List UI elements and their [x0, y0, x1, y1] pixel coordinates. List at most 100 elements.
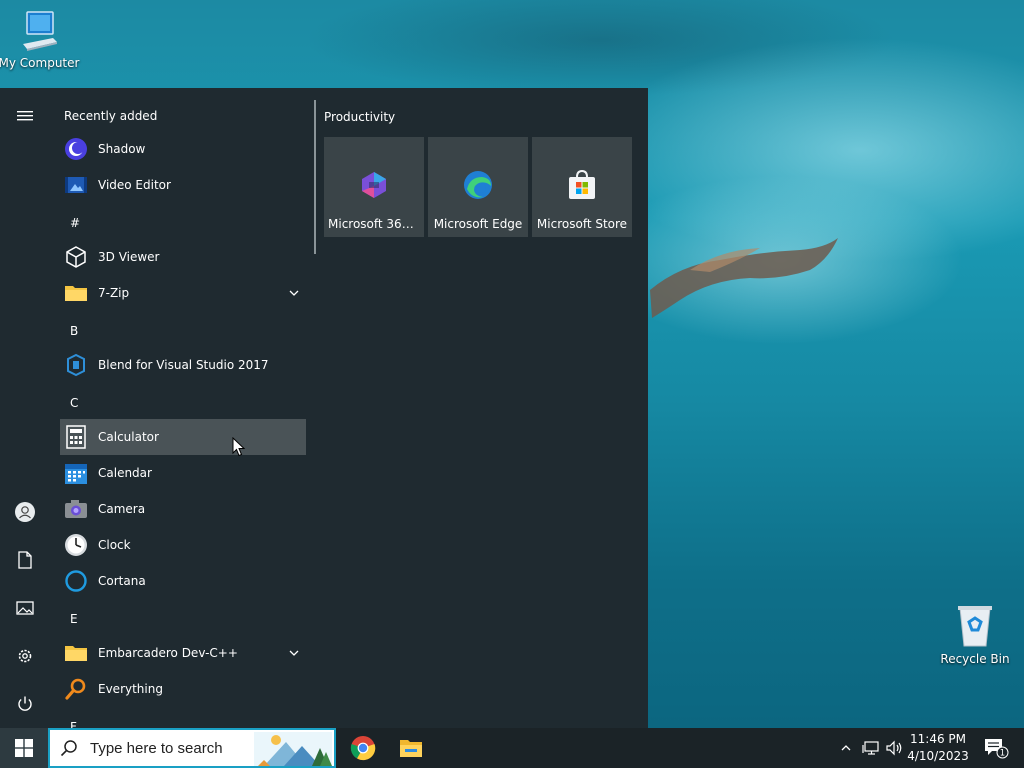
network-icon [862, 741, 879, 755]
app-item-blend[interactable]: Blend for Visual Studio 2017 [60, 347, 306, 383]
letter-header-f[interactable]: F [70, 720, 77, 728]
app-label: Embarcadero Dev-C++ [98, 646, 238, 660]
search-highlight-illustration [254, 732, 332, 766]
edge-icon [462, 169, 494, 201]
action-center-button[interactable]: 1 [976, 728, 1016, 768]
app-item-clock[interactable]: Clock [60, 527, 306, 563]
app-label: Cortana [98, 574, 146, 588]
folder-icon [63, 280, 89, 306]
app-list[interactable]: Recently added Shadow Video Editor # 3D … [50, 88, 312, 728]
calculator-icon [63, 424, 89, 450]
hamburger-menu-button[interactable] [0, 94, 50, 138]
chrome-icon [350, 736, 376, 761]
app-label: Camera [98, 502, 146, 516]
app-label: Calculator [98, 430, 159, 444]
tile-microsoft-edge[interactable]: Microsoft Edge [428, 137, 528, 237]
start-menu-rail [0, 88, 50, 728]
notification-icon: 1 [985, 739, 1009, 759]
chevron-down-icon[interactable] [288, 287, 300, 299]
app-label: Blend for Visual Studio 2017 [98, 358, 269, 372]
settings-button[interactable] [0, 634, 50, 678]
app-list-scrollbar[interactable] [314, 100, 316, 254]
app-item-calendar[interactable]: Calendar [60, 455, 306, 491]
recently-added-heading: Recently added [64, 109, 158, 123]
tile-microsoft-store[interactable]: Microsoft Store [532, 137, 632, 237]
tile-label: Microsoft 365... [328, 217, 421, 231]
app-item-camera[interactable]: Camera [60, 491, 306, 527]
clock-time: 11:46 PM [910, 732, 966, 746]
gear-icon [18, 649, 32, 663]
app-item-embarcadero-dev-cpp[interactable]: Embarcadero Dev-C++ [60, 635, 306, 671]
app-item-shadow[interactable]: Shadow [60, 131, 306, 167]
mouse-cursor-icon [232, 437, 246, 457]
taskbar-search-box[interactable]: Type here to search [48, 728, 336, 768]
folder-icon [63, 640, 89, 666]
shadow-icon [63, 136, 89, 162]
tile-label: Microsoft Store [536, 217, 628, 231]
recycle-bin-icon [958, 606, 992, 647]
pictures-icon [16, 601, 34, 615]
app-item-7-zip[interactable]: 7-Zip [60, 275, 306, 311]
notification-count: 1 [1000, 749, 1005, 759]
recycle-bin-label: Recycle Bin [940, 652, 1010, 666]
hamburger-icon [17, 111, 33, 121]
letter-header-hash[interactable]: # [70, 216, 80, 230]
letter-header-e[interactable]: E [70, 612, 78, 626]
my-computer-desktop-icon[interactable]: My Computer [0, 8, 82, 70]
clock-date: 4/10/2023 [907, 749, 969, 763]
video-editor-icon [63, 172, 89, 198]
account-button[interactable] [0, 490, 50, 534]
start-button[interactable] [0, 728, 48, 768]
clock-icon [63, 532, 89, 558]
document-icon [18, 551, 32, 569]
magnifier-icon [63, 676, 89, 702]
microsoft-365-icon [358, 169, 390, 201]
taskbar-clock[interactable]: 11:46 PM 4/10/2023 [906, 731, 970, 765]
app-item-everything[interactable]: Everything [60, 671, 306, 707]
pictures-button[interactable] [0, 586, 50, 630]
app-label: Calendar [98, 466, 152, 480]
volume-button[interactable] [884, 728, 906, 768]
show-hidden-icons-button[interactable] [836, 728, 856, 768]
documents-button[interactable] [0, 538, 50, 582]
tile-group-title[interactable]: Productivity [324, 110, 395, 124]
power-icon [18, 696, 32, 711]
power-button[interactable] [0, 682, 50, 726]
network-button[interactable] [860, 728, 882, 768]
app-label: 7-Zip [98, 286, 130, 300]
app-item-calculator[interactable]: Calculator [60, 419, 306, 455]
swimmer-silhouette [650, 238, 838, 318]
start-menu: Recently added Shadow Video Editor # 3D … [0, 88, 648, 728]
tile-microsoft-365[interactable]: Microsoft 365... [324, 137, 424, 237]
cortana-icon [63, 568, 89, 594]
chevron-down-icon[interactable] [288, 647, 300, 659]
tiles-area: Productivity Microsoft 365... Microsoft … [324, 88, 644, 728]
cube-icon [63, 244, 89, 270]
app-item-video-editor[interactable]: Video Editor [60, 167, 306, 203]
blend-icon [63, 352, 89, 378]
file-explorer-icon [400, 740, 422, 757]
letter-header-c[interactable]: C [70, 396, 78, 410]
windows-logo-icon [15, 739, 33, 757]
taskbar-file-explorer-button[interactable] [387, 728, 435, 768]
taskbar: Type here to search 11:46 PM 4/10/2023 1 [0, 728, 1024, 768]
app-item-3d-viewer[interactable]: 3D Viewer [60, 239, 306, 275]
recycle-bin-desktop-icon[interactable]: Recycle Bin [932, 604, 1018, 666]
taskbar-chrome-button[interactable] [339, 728, 387, 768]
app-label: Video Editor [98, 178, 171, 192]
my-computer-label: My Computer [0, 56, 80, 70]
app-label: Clock [98, 538, 131, 552]
app-label: Everything [98, 682, 163, 696]
store-bag-icon [566, 169, 598, 201]
app-label: 3D Viewer [98, 250, 160, 264]
search-placeholder: Type here to search [90, 739, 223, 757]
search-icon [60, 739, 78, 757]
chevron-up-icon [841, 745, 851, 751]
speaker-icon [886, 740, 902, 756]
letter-header-b[interactable]: B [70, 324, 78, 338]
tile-label: Microsoft Edge [433, 217, 523, 231]
app-label: Shadow [98, 142, 146, 156]
camera-icon [63, 496, 89, 522]
user-avatar-icon [15, 502, 35, 522]
app-item-cortana[interactable]: Cortana [60, 563, 306, 599]
